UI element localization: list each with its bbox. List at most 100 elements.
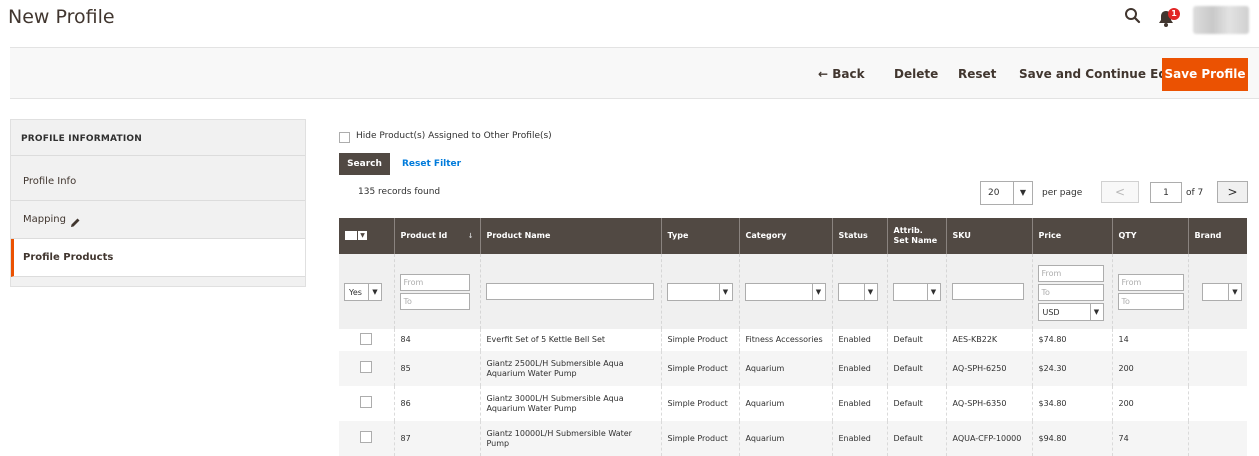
- column-header-category[interactable]: Category: [738, 218, 832, 254]
- page-title: New Profile: [8, 6, 115, 28]
- cell-sku: AQ-SPH-6250: [945, 351, 1032, 386]
- cell-price: $34.80: [1031, 386, 1112, 421]
- cell-qty: 200: [1111, 351, 1188, 386]
- per-page-value: 20: [988, 188, 1000, 198]
- qty-from-input[interactable]: From: [1117, 273, 1184, 291]
- cell-brand: [1187, 421, 1247, 456]
- cell-product-id: 86: [393, 386, 480, 421]
- filter-cell-type: ▼: [660, 254, 739, 329]
- per-page-label: per page: [1042, 188, 1083, 198]
- column-header-status[interactable]: Status: [831, 218, 887, 254]
- column-header-sku[interactable]: SKU: [945, 218, 1032, 254]
- filter-cell-status: ▼: [831, 254, 887, 329]
- sidebar-item-profile-products[interactable]: Profile Products: [11, 239, 305, 277]
- cell-sku: AES-KB22K: [945, 329, 1032, 351]
- product-id-to-input[interactable]: To: [399, 292, 470, 310]
- table-row: 86 Giantz 3000L/H Submersible Aqua Aquar…: [339, 386, 1247, 421]
- cell-brand: [1187, 386, 1247, 421]
- filter-cell-brand: ▼: [1187, 254, 1247, 329]
- hide-assigned-label: Hide Product(s) Assigned to Other Profil…: [356, 131, 552, 141]
- table-row: 87 Giantz 10000L/H Submersible Water Pum…: [339, 421, 1247, 456]
- notifications-button[interactable]: 1: [1158, 8, 1180, 28]
- previous-page-button[interactable]: <: [1101, 181, 1139, 203]
- status-filter-select[interactable]: ▼: [837, 282, 878, 301]
- row-checkbox[interactable]: [360, 396, 373, 408]
- chevron-down-icon: ▼: [358, 231, 367, 240]
- cell-type: Simple Product: [660, 351, 739, 386]
- avatar[interactable]: [1193, 6, 1249, 34]
- column-header-qty[interactable]: QTY: [1111, 218, 1188, 254]
- filter-row: Yes ▼ From To ▼ ▼ ▼ ▼ From To USD ▼ From: [339, 254, 1247, 329]
- cell-brand: [1187, 329, 1247, 351]
- price-to-input[interactable]: To: [1037, 283, 1104, 301]
- cell-attrib-set: Default: [886, 386, 946, 421]
- attrib-set-filter-select[interactable]: ▼: [892, 282, 941, 301]
- column-header-product-id[interactable]: Product Id ↓: [393, 218, 480, 254]
- hide-assigned-checkbox[interactable]: [339, 132, 350, 143]
- cell-category: Fitness Accessories: [738, 329, 832, 351]
- cell-brand: [1187, 351, 1247, 386]
- filter-cell-product-id: From To: [393, 254, 480, 329]
- chevron-down-icon: ▼: [1228, 283, 1241, 300]
- category-filter-select[interactable]: ▼: [744, 282, 826, 301]
- cell-price: $24.30: [1031, 351, 1112, 386]
- cell-qty: 200: [1111, 386, 1188, 421]
- cell-qty: 74: [1111, 421, 1188, 456]
- row-checkbox[interactable]: [360, 361, 373, 373]
- cell-product-name: Giantz 3000L/H Submersible Aqua Aquarium…: [479, 386, 661, 421]
- cell-price: $74.80: [1031, 329, 1112, 351]
- cell-status: Enabled: [831, 386, 887, 421]
- chevron-down-icon: ▼: [863, 283, 877, 300]
- product-id-from-input[interactable]: From: [399, 273, 470, 291]
- table-row: 84 Everfit Set of 5 Kettle Bell Set Simp…: [339, 329, 1247, 351]
- qty-to-input[interactable]: To: [1117, 292, 1184, 310]
- brand-filter-select[interactable]: ▼: [1202, 282, 1242, 301]
- table-row: 85 Giantz 2500L/H Submersible Aqua Aquar…: [339, 351, 1247, 386]
- sku-filter-input[interactable]: [951, 283, 1024, 300]
- column-header-type[interactable]: Type: [660, 218, 739, 254]
- cell-category: Aquarium: [738, 386, 832, 421]
- chevron-left-icon: <: [1114, 185, 1126, 199]
- mass-select-checkbox[interactable]: [345, 231, 357, 240]
- sidebar-item-mapping[interactable]: Mapping: [11, 201, 305, 239]
- cell-attrib-set: Default: [886, 421, 946, 456]
- cell-sku: AQUA-CFP-10000: [945, 421, 1032, 456]
- filter-cell-price: From To USD ▼: [1031, 254, 1112, 329]
- search-icon[interactable]: [1124, 7, 1142, 25]
- search-button[interactable]: Search: [339, 153, 390, 175]
- row-checkbox[interactable]: [360, 332, 373, 345]
- reset-button[interactable]: Reset: [958, 67, 996, 81]
- in-profile-filter-select[interactable]: Yes ▼: [344, 282, 382, 301]
- column-header-price[interactable]: Price: [1031, 218, 1112, 254]
- currency-select[interactable]: USD ▼: [1037, 302, 1104, 321]
- chevron-down-icon: ▼: [811, 283, 825, 300]
- filter-cell-sku: [945, 254, 1032, 329]
- column-header-brand[interactable]: Brand: [1187, 218, 1247, 254]
- back-button[interactable]: ← Back: [818, 67, 865, 81]
- per-page-select[interactable]: 20 ▼: [980, 181, 1033, 205]
- filter-cell-attrib-set: ▼: [886, 254, 946, 329]
- delete-button[interactable]: Delete: [894, 67, 938, 81]
- column-header-select[interactable]: ▼: [339, 218, 394, 254]
- cell-status: Enabled: [831, 329, 887, 351]
- cell-qty: 14: [1111, 329, 1188, 351]
- page-total: of 7: [1186, 188, 1204, 198]
- sidebar-item-profile-info[interactable]: Profile Info: [11, 163, 305, 201]
- products-grid: ▼ Product Id ↓ Product Name Type Category…: [339, 218, 1247, 456]
- price-from-input[interactable]: From: [1037, 264, 1104, 282]
- save-and-continue-button[interactable]: Save and Continue Edit: [1019, 67, 1177, 81]
- pencil-icon: [70, 213, 81, 227]
- filter-cell-product-name: [479, 254, 661, 329]
- page-number-input[interactable]: 1: [1150, 182, 1182, 203]
- save-profile-button[interactable]: Save Profile: [1162, 58, 1248, 91]
- column-header-product-name[interactable]: Product Name: [479, 218, 661, 254]
- next-page-button[interactable]: >: [1217, 181, 1248, 203]
- reset-filter-link[interactable]: Reset Filter: [402, 159, 461, 169]
- column-label: Product Id: [400, 231, 448, 240]
- column-header-attrib-set-name[interactable]: Attrib. Set Name: [886, 218, 946, 254]
- row-checkbox[interactable]: [360, 431, 373, 443]
- in-profile-filter-value: Yes: [349, 287, 362, 297]
- product-name-filter-input[interactable]: [485, 283, 654, 300]
- cell-price: $94.80: [1031, 421, 1112, 456]
- type-filter-select[interactable]: ▼: [666, 282, 733, 301]
